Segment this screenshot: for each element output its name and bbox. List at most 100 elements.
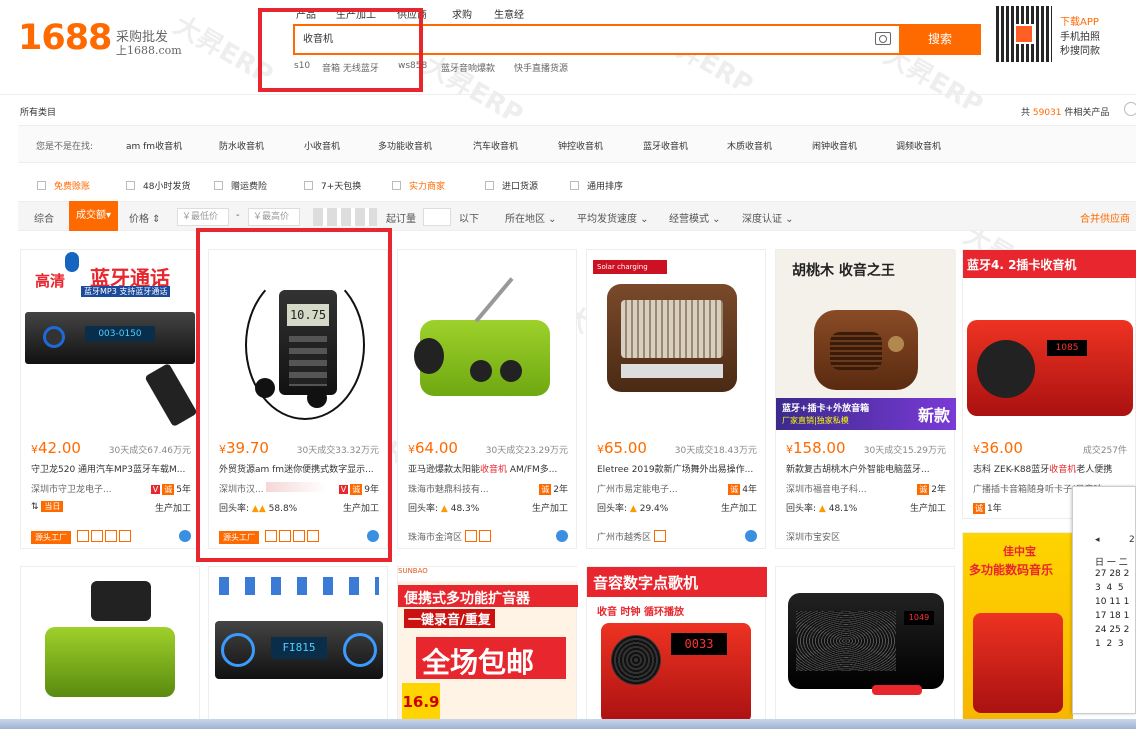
app-download-title[interactable]: 下载APP bbox=[1060, 13, 1099, 28]
product-card[interactable]: ¥64.00 30天成交23.29万元 亚马逊爆款太阳能收音机 AM/FM多..… bbox=[397, 249, 577, 549]
nav-purchase[interactable]: 求购 bbox=[452, 6, 472, 21]
nav-business[interactable]: 生意经 bbox=[494, 6, 524, 21]
product-title[interactable]: 守卫龙520 通用汽车MP3蓝牙车载M... bbox=[31, 462, 196, 475]
product-title[interactable]: 亚马逊爆款太阳能收音机 AM/FM多... bbox=[408, 462, 573, 475]
taskbar[interactable] bbox=[0, 719, 1136, 729]
product-image[interactable]: 蓝牙4. 2插卡收音机 1085 bbox=[963, 250, 1136, 430]
product-card[interactable]: SUNBAO 便携式多功能扩音器 一键录音/重复 全场包邮 16.9 bbox=[397, 566, 578, 726]
calendar-popup[interactable]: ◂ 2 日 一 二 27 28 2 3 4 5 10 11 1 17 18 1 … bbox=[1072, 486, 1136, 714]
badges: 珠海市金湾区 bbox=[408, 530, 493, 544]
process-type: 生产加工 bbox=[531, 504, 568, 514]
filter-7day-exchange[interactable]: 7+天包换 bbox=[304, 179, 361, 192]
calendar-week[interactable]: 1 2 3 bbox=[1095, 639, 1124, 649]
checkbox[interactable] bbox=[485, 181, 494, 190]
all-categories[interactable]: 所有类目 bbox=[20, 105, 56, 118]
sort-region[interactable]: 所在地区 ⌄ bbox=[505, 210, 557, 225]
moq-input[interactable] bbox=[423, 208, 451, 226]
logo-domain: 上1688.com bbox=[116, 44, 182, 57]
product-card[interactable]: 胡桃木 收音之王 蓝牙+插卡+外放音箱 厂家直销|独家私模 新款 ¥158.00… bbox=[775, 249, 956, 549]
product-title[interactable]: 新款复古胡桃木户外智能电脑蓝牙... bbox=[786, 462, 951, 475]
product-image[interactable]: 胡桃木 收音之王 蓝牙+插卡+外放音箱 厂家直销|独家私模 新款 bbox=[776, 250, 956, 430]
related-item[interactable]: 蓝牙收音机 bbox=[643, 139, 688, 152]
supplier-location[interactable]: 广州市易定能电子... bbox=[597, 482, 678, 495]
product-title[interactable]: Eletree 2019款新广场舞外出易操作... bbox=[597, 462, 762, 475]
checkbox[interactable] bbox=[304, 181, 313, 190]
badge-icon bbox=[77, 530, 89, 542]
product-title[interactable]: 志科 ZEK-K88蓝牙收音机老人便携 bbox=[973, 462, 1136, 475]
related-item[interactable]: 钟控收音机 bbox=[558, 139, 603, 152]
calendar-week[interactable]: 27 28 2 bbox=[1095, 569, 1129, 579]
filter-strong-merchant[interactable]: 实力商家 bbox=[392, 179, 445, 192]
repurchase-rate: 回头率: ▲ 29.4% bbox=[597, 504, 669, 514]
supplier-location[interactable]: 珠海市魅鼎科技有... bbox=[408, 482, 489, 495]
product-image[interactable]: 高清 蓝牙通话 蓝牙MP3 支持蓝牙通话 003-0150 bbox=[21, 250, 201, 430]
sort-general[interactable]: 综合 bbox=[34, 210, 54, 225]
related-item[interactable]: 木质收音机 bbox=[727, 139, 772, 152]
price-distribution-icon[interactable] bbox=[313, 208, 377, 226]
search-button[interactable]: 搜索 bbox=[899, 24, 981, 55]
related-item[interactable]: 小收音机 bbox=[304, 139, 340, 152]
related-item[interactable]: 闹钟收音机 bbox=[812, 139, 857, 152]
product-card[interactable]: Solar charging ¥65.00 30天成交18.43万元 Eletr… bbox=[586, 249, 766, 549]
filter-48h[interactable]: 48小时发货 bbox=[126, 179, 190, 192]
hot-word[interactable]: 蓝牙音响爆款 bbox=[441, 61, 495, 74]
logo[interactable]: 1688 bbox=[18, 18, 112, 58]
product-sales: 30天成交23.29万元 bbox=[485, 446, 568, 456]
product-image[interactable] bbox=[398, 250, 578, 430]
chat-icon[interactable] bbox=[556, 530, 568, 542]
checkbox[interactable] bbox=[214, 181, 223, 190]
calendar-week[interactable]: 17 18 1 bbox=[1095, 611, 1129, 621]
filter-general-sort[interactable]: 通用排序 bbox=[570, 179, 623, 192]
checkbox[interactable] bbox=[37, 181, 46, 190]
supplier-years: 诚 4年 bbox=[728, 484, 757, 495]
sort-moq[interactable]: 起订量 bbox=[386, 210, 416, 225]
product-card[interactable]: 佳中宝 多功能数码音乐 bbox=[962, 532, 1073, 726]
checkbox[interactable] bbox=[570, 181, 579, 190]
product-sales: 30天成交18.43万元 bbox=[674, 446, 757, 456]
expand-icon[interactable] bbox=[1124, 102, 1136, 116]
divider bbox=[0, 94, 1136, 95]
min-price-input[interactable]: ￥最低价 bbox=[177, 208, 229, 226]
merge-suppliers[interactable]: 合并供应商 bbox=[1080, 210, 1130, 225]
badge-icon bbox=[105, 530, 117, 542]
product-image[interactable]: Solar charging bbox=[587, 250, 767, 430]
repurchase-rate: 回头率: ▲ 48.3% bbox=[408, 504, 480, 514]
checkbox[interactable] bbox=[392, 181, 401, 190]
product-card[interactable]: 1049 bbox=[775, 566, 955, 726]
price-dash: - bbox=[236, 210, 240, 221]
calendar-week[interactable]: 24 25 2 bbox=[1095, 625, 1129, 635]
sort-turnover[interactable]: 成交额▾ bbox=[69, 201, 118, 231]
filter-import[interactable]: 进口货源 bbox=[485, 179, 538, 192]
sort-price[interactable]: 价格 ⇕ bbox=[129, 210, 161, 225]
camera-icon[interactable] bbox=[875, 32, 891, 45]
chat-icon[interactable] bbox=[745, 530, 757, 542]
product-card[interactable] bbox=[20, 566, 200, 726]
supplier-location[interactable]: 深圳市守卫龙电子... bbox=[31, 482, 112, 495]
supplier-location[interactable]: 深圳市福音电子科... bbox=[786, 482, 867, 495]
calendar-prev-icon[interactable]: ◂ bbox=[1095, 535, 1100, 545]
product-image: 佳中宝 多功能数码音乐 bbox=[963, 533, 1073, 725]
sort-business-mode[interactable]: 经营模式 ⌄ bbox=[669, 210, 721, 225]
filter-free-credit[interactable]: 免费赊账 bbox=[37, 179, 90, 192]
process-type: 生产加工 bbox=[909, 504, 946, 514]
calendar-week[interactable]: 10 11 1 bbox=[1095, 597, 1129, 607]
max-price-input[interactable]: ￥最高价 bbox=[248, 208, 300, 226]
sort-shipping-speed[interactable]: 平均发货速度 ⌄ bbox=[577, 210, 649, 225]
sort-certification[interactable]: 深度认证 ⌄ bbox=[742, 210, 794, 225]
product-card[interactable]: FI815 bbox=[208, 566, 388, 726]
related-item[interactable]: 汽车收音机 bbox=[473, 139, 518, 152]
related-item[interactable]: 调频收音机 bbox=[896, 139, 941, 152]
related-item[interactable]: 多功能收音机 bbox=[378, 139, 432, 152]
checkbox[interactable] bbox=[126, 181, 135, 190]
filter-shipping-insurance[interactable]: 赠运费险 bbox=[214, 179, 267, 192]
product-card[interactable]: 音容数字点歌机 收音 时钟 循环播放 0033 bbox=[586, 566, 767, 726]
related-item[interactable]: am fm收音机 bbox=[126, 139, 182, 152]
calendar-week[interactable]: 3 4 5 bbox=[1095, 583, 1124, 593]
product-card[interactable]: 高清 蓝牙通话 蓝牙MP3 支持蓝牙通话 003-0150 ¥42.00 30天… bbox=[20, 249, 200, 549]
qr-code bbox=[996, 6, 1052, 62]
chat-icon[interactable] bbox=[179, 530, 191, 542]
hot-word[interactable]: 快手直播货源 bbox=[514, 61, 568, 74]
related-item[interactable]: 防水收音机 bbox=[219, 139, 264, 152]
product-price: ¥42.00 bbox=[31, 439, 81, 457]
product-card[interactable]: 蓝牙4. 2插卡收音机 1085 ¥36.00 成交257件 志科 ZEK-K8… bbox=[962, 249, 1136, 519]
